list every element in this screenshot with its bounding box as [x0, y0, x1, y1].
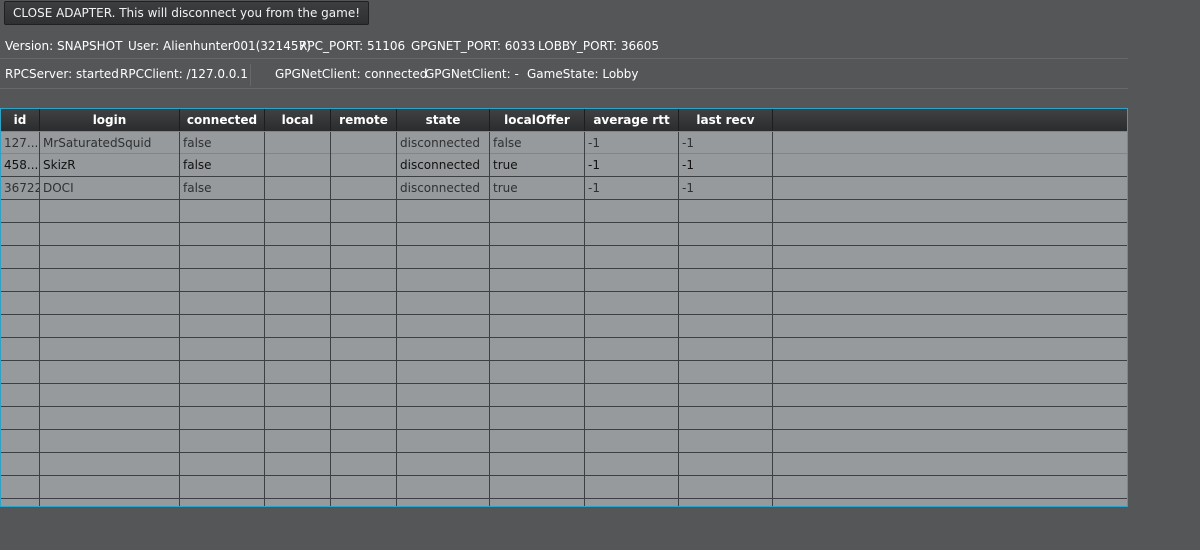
column-header-localoffer[interactable]: localOffer: [490, 109, 585, 131]
separator: [0, 88, 1128, 89]
cell-localoffer: true: [490, 154, 585, 176]
cell-average-rtt: -1: [585, 132, 679, 154]
empty-table-row: [1, 499, 1127, 506]
empty-table-row: [1, 453, 1127, 476]
cell-login: DOCI: [40, 177, 180, 199]
cell-average-rtt: -1: [585, 154, 679, 176]
empty-table-row: [1, 200, 1127, 223]
cell-connected: false: [180, 177, 265, 199]
vertical-separator: [250, 64, 251, 86]
cell-localoffer: true: [490, 177, 585, 199]
rpc-server-label: RPCServer: started: [5, 67, 119, 81]
empty-table-row: [1, 246, 1127, 269]
separator: [0, 58, 1128, 59]
cell-connected: false: [180, 154, 265, 176]
column-header-login[interactable]: login: [40, 109, 180, 131]
cell-connected: false: [180, 132, 265, 154]
cell-average-rtt: -1: [585, 177, 679, 199]
table-row[interactable]: 127... MrSaturatedSquid false disconnect…: [1, 131, 1127, 154]
cell-last-recv: -1: [679, 154, 773, 176]
gpgnet-client-peer-label: GPGNetClient: -: [425, 67, 519, 81]
cell-local: [265, 132, 331, 154]
empty-table-row: [1, 407, 1127, 430]
cell-id: 127...: [1, 132, 40, 154]
cell-last-recv: -1: [679, 132, 773, 154]
cell-login: SkizR: [40, 154, 180, 176]
cell-login: MrSaturatedSquid: [40, 132, 180, 154]
cell-last-recv: -1: [679, 177, 773, 199]
lobby-port-label: LOBBY_PORT: 36605: [538, 39, 660, 53]
app-window: CLOSE ADAPTER. This will disconnect you …: [0, 0, 1200, 550]
game-state-label: GameState: Lobby: [527, 67, 639, 81]
cell-remote: [331, 132, 397, 154]
column-header-remote[interactable]: remote: [331, 109, 397, 131]
cell-local: [265, 154, 331, 176]
table-row[interactable]: 36722 DOCI false disconnected true -1 -1: [1, 177, 1127, 200]
close-adapter-button[interactable]: CLOSE ADAPTER. This will disconnect you …: [4, 1, 370, 25]
cell-state: disconnected: [397, 132, 490, 154]
column-header-average-rtt[interactable]: average rtt: [585, 109, 679, 131]
version-label: Version: SNAPSHOT: [5, 39, 123, 53]
cell-localoffer: false: [490, 132, 585, 154]
cell-remote: [331, 154, 397, 176]
column-header-last-recv[interactable]: last recv: [679, 109, 773, 131]
cell-state: disconnected: [397, 177, 490, 199]
table-body: 127... MrSaturatedSquid false disconnect…: [1, 131, 1127, 506]
empty-table-row: [1, 223, 1127, 246]
empty-table-row: [1, 269, 1127, 292]
peers-table[interactable]: id login connected local remote state lo…: [0, 108, 1128, 507]
empty-table-row: [1, 292, 1127, 315]
column-header-id[interactable]: id: [1, 109, 40, 131]
empty-table-row: [1, 315, 1127, 338]
cell-remote: [331, 177, 397, 199]
empty-table-row: [1, 384, 1127, 407]
cell-state: disconnected: [397, 154, 490, 176]
empty-table-row: [1, 338, 1127, 361]
rpc-client-label: RPCClient: /127.0.0.1: [120, 67, 248, 81]
column-header-local[interactable]: local: [265, 109, 331, 131]
rpc-port-label: RPC_PORT: 51106: [299, 39, 406, 53]
cell-id: 458...: [1, 154, 40, 176]
column-header-state[interactable]: state: [397, 109, 490, 131]
cell-id: 36722: [1, 177, 40, 199]
gpgnet-client-status-label: GPGNetClient: connected: [275, 67, 428, 81]
empty-table-row: [1, 476, 1127, 499]
cell-local: [265, 177, 331, 199]
table-row[interactable]: 458... SkizR false disconnected true -1 …: [1, 154, 1127, 177]
empty-table-row: [1, 430, 1127, 453]
table-header: id login connected local remote state lo…: [1, 109, 1127, 132]
column-header-connected[interactable]: connected: [180, 109, 265, 131]
gpgnet-port-label: GPGNET_PORT: 6033: [411, 39, 536, 53]
empty-table-row: [1, 361, 1127, 384]
user-label: User: Alienhunter001(321457): [128, 39, 311, 53]
